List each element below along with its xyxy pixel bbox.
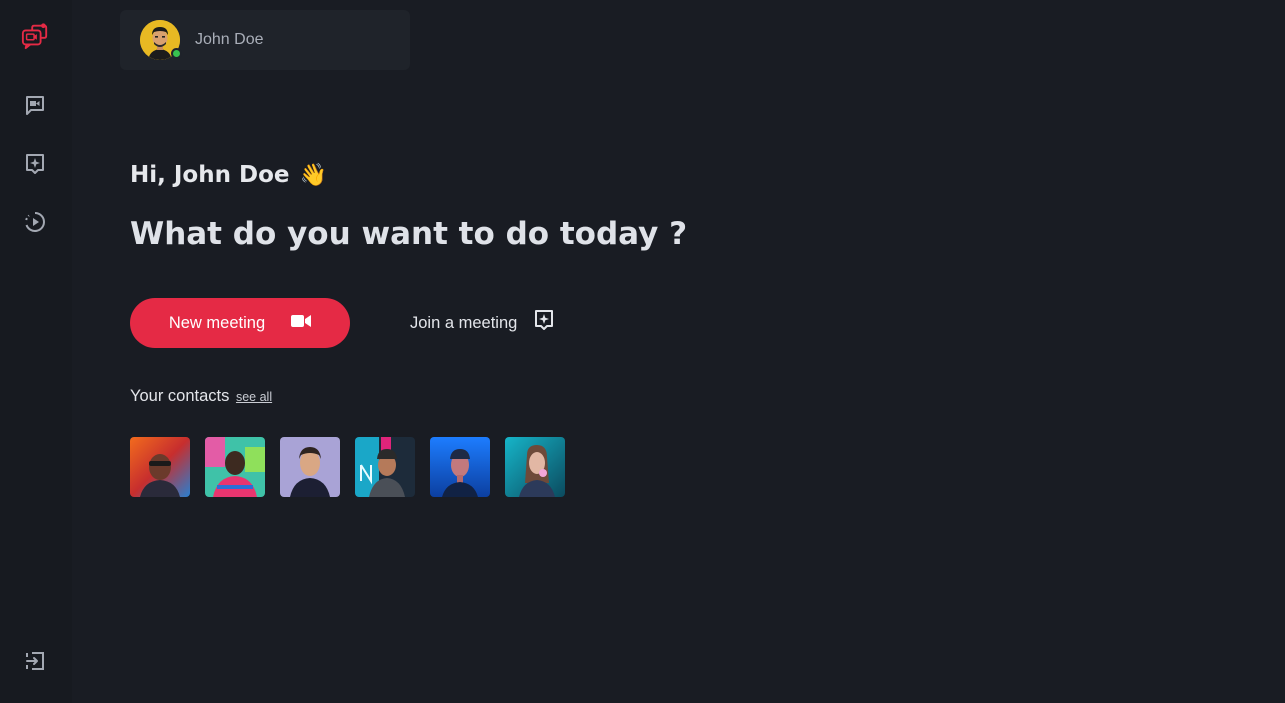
join-plus-icon[interactable] xyxy=(21,150,49,178)
sidebar xyxy=(0,0,72,703)
chat-video-icon[interactable] xyxy=(21,91,49,119)
new-meeting-label: New meeting xyxy=(168,313,266,332)
contacts-header: Your contacts see all xyxy=(130,387,272,406)
wave-emoji: 👋 xyxy=(299,162,327,188)
logout-icon[interactable] xyxy=(21,647,49,675)
join-meeting-label: Join a meeting xyxy=(410,313,518,332)
contact-avatar-1[interactable] xyxy=(130,437,190,497)
contact-avatar-6[interactable] xyxy=(505,437,565,497)
greeting-text: Hi, John Doe xyxy=(130,162,290,188)
contact-avatar-5[interactable] xyxy=(430,437,490,497)
online-status-dot xyxy=(171,48,182,59)
see-all-link[interactable]: see all xyxy=(236,390,272,404)
app-root: John Doe Hi, John Doe 👋 What do you want… xyxy=(0,0,1285,703)
contact-avatar-2[interactable] xyxy=(205,437,265,497)
contacts-title: Your contacts xyxy=(130,387,230,405)
history-play-icon[interactable] xyxy=(21,208,49,236)
new-meeting-button[interactable]: New meeting xyxy=(130,298,350,348)
user-card[interactable]: John Doe xyxy=(120,10,410,70)
contact-avatar-3[interactable] xyxy=(280,437,340,497)
greeting: Hi, John Doe 👋 xyxy=(130,162,327,188)
contact-avatar-4[interactable] xyxy=(355,437,415,497)
user-name: John Doe xyxy=(195,31,264,48)
join-plus-icon xyxy=(534,309,554,338)
video-chat-logo-icon[interactable] xyxy=(21,22,49,50)
contacts-list xyxy=(130,437,565,497)
page-headline: What do you want to do today ? xyxy=(130,216,688,252)
join-meeting-button[interactable]: Join a meeting xyxy=(410,306,554,340)
avatar-wrapper xyxy=(140,20,182,60)
video-camera-icon xyxy=(291,314,312,333)
